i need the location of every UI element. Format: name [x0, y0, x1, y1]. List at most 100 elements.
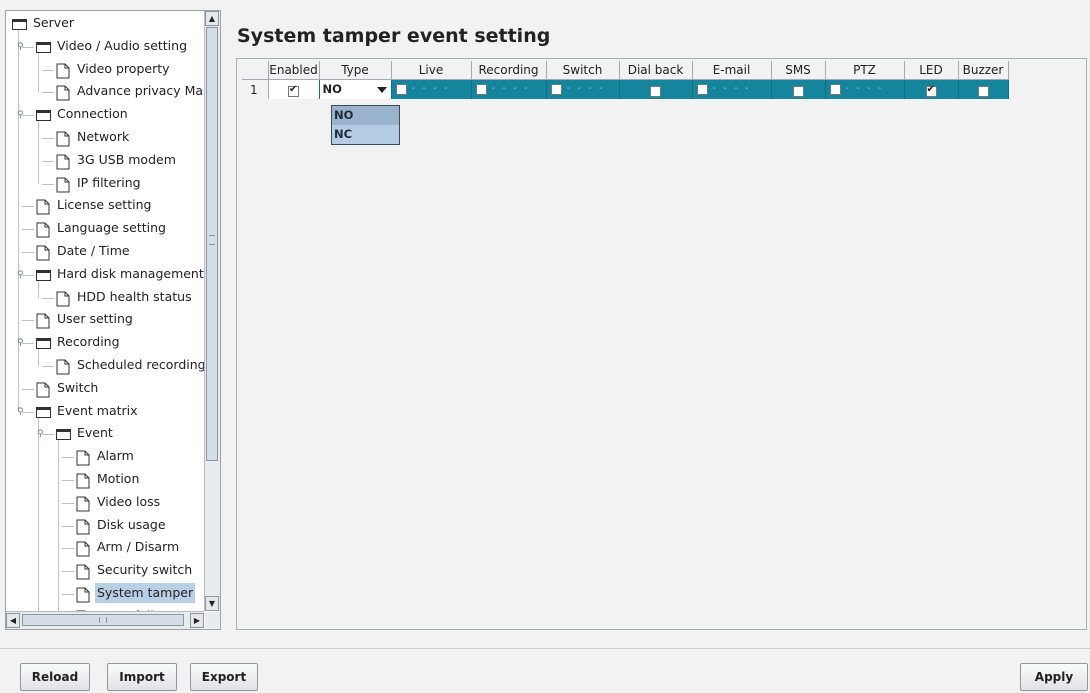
page-icon: [36, 222, 50, 238]
tree-item[interactable]: HDD health status: [6, 287, 204, 309]
tree-item[interactable]: Advance privacy Mask: [6, 81, 204, 103]
sms-checkbox[interactable]: [792, 85, 804, 97]
col-header-dial-back[interactable]: Dial back: [619, 61, 693, 80]
reload-button[interactable]: Reload: [20, 663, 90, 691]
tree-item[interactable]: Server: [6, 13, 204, 35]
tree-item[interactable]: Scheduled recording: [6, 355, 204, 377]
type-option-no[interactable]: NO: [332, 106, 399, 125]
scrollbar-corner: [205, 612, 220, 629]
folder-icon: [36, 338, 51, 350]
tree-item[interactable]: Security switch: [6, 560, 204, 582]
tree-vertical-scrollbar[interactable]: ▲ ▼: [204, 11, 220, 611]
tree-item-label: Video property: [77, 60, 170, 76]
type-option-nc[interactable]: NC: [332, 125, 399, 144]
recording-checkbox[interactable]: [475, 84, 487, 95]
import-button[interactable]: Import: [107, 663, 177, 691]
scroll-right-button[interactable]: ▶: [190, 613, 204, 628]
type-dropdown-list: NO NC: [331, 105, 400, 145]
tree-item[interactable]: Alarm: [6, 446, 204, 468]
ptz-checkbox[interactable]: [829, 84, 841, 95]
expand-toggle-icon[interactable]: ⚲: [17, 111, 25, 120]
tree-item[interactable]: ⚲ Connection: [6, 104, 204, 126]
page-icon: [76, 564, 90, 580]
tree-item-label: Date / Time: [57, 243, 130, 258]
tree-item[interactable]: Language setting: [6, 218, 204, 240]
tree-item[interactable]: Date / Time: [6, 241, 204, 263]
col-header-sms[interactable]: SMS: [771, 61, 826, 80]
page-icon: [36, 245, 50, 261]
col-header-recording[interactable]: Recording: [471, 61, 547, 80]
tree-item[interactable]: ⚲ Hard disk management: [6, 264, 204, 286]
col-header-live[interactable]: Live: [391, 61, 472, 80]
enabled-checkbox[interactable]: [288, 84, 299, 97]
tree-item[interactable]: License setting: [6, 195, 204, 217]
page-icon: [56, 291, 70, 307]
col-header-led[interactable]: LED: [904, 61, 959, 80]
recording-detail: - - - -: [491, 83, 530, 94]
export-button[interactable]: Export: [190, 663, 258, 691]
table-row[interactable]: 1 NO - - - - - - - - - -: [242, 79, 1009, 99]
tree-item-label: Server: [33, 15, 74, 30]
tree-item[interactable]: Video loss: [6, 492, 204, 514]
tree-item[interactable]: Disk usage: [6, 515, 204, 537]
tree-item-label: Network: [77, 129, 130, 144]
col-header-switch[interactable]: Switch: [546, 61, 620, 80]
chevron-down-icon[interactable]: [376, 87, 387, 93]
expand-toggle-icon[interactable]: ⚲: [17, 339, 25, 348]
tree-item[interactable]: Motion: [6, 469, 204, 491]
tree-item[interactable]: Arm / Disarm: [6, 537, 204, 559]
folder-icon: [36, 110, 51, 122]
tree-item-label: Disk usage: [97, 516, 166, 532]
recording-cell: - - - -: [471, 79, 547, 99]
led-checkbox[interactable]: [925, 84, 937, 97]
type-select-value: NO: [322, 82, 342, 96]
page-icon: [36, 382, 50, 398]
email-checkbox[interactable]: [696, 84, 708, 95]
type-select[interactable]: NO: [319, 79, 392, 99]
page-icon: [56, 63, 70, 79]
tree-item-label: Video / Audio setting: [57, 37, 188, 53]
tree-horizontal-scrollbar[interactable]: ◀ ▶: [6, 611, 204, 629]
col-header-type[interactable]: Type: [319, 61, 392, 80]
row-index: 1: [242, 79, 269, 99]
tree-item[interactable]: ⚲ Event matrix: [6, 401, 204, 423]
tree-item[interactable]: IP filtering: [6, 173, 204, 195]
tree-item-label: HDD health status: [77, 288, 192, 304]
expand-toggle-icon[interactable]: ⚲: [17, 42, 25, 51]
live-checkbox[interactable]: [395, 84, 407, 95]
tree-item-label: Hard disk management: [57, 265, 204, 281]
folder-icon: [56, 429, 71, 441]
expand-toggle-icon[interactable]: ⚲: [17, 407, 25, 416]
tree-item[interactable]: ⚲ Video / Audio setting: [6, 36, 204, 58]
live-detail: - - - -: [411, 83, 450, 94]
page-icon: [56, 154, 70, 170]
apply-button[interactable]: Apply: [1020, 663, 1088, 691]
col-header-buzzer[interactable]: Buzzer: [958, 61, 1009, 80]
tree-item[interactable]: ⚲ Event: [6, 423, 204, 445]
page-icon: [56, 131, 70, 147]
col-header-index[interactable]: [242, 61, 269, 80]
tree-item[interactable]: Video property: [6, 59, 204, 81]
tree-item[interactable]: Network: [6, 127, 204, 149]
expand-toggle-icon[interactable]: ⚲: [37, 430, 45, 439]
dial-back-checkbox[interactable]: [650, 85, 661, 97]
scroll-left-button[interactable]: ◀: [6, 613, 20, 628]
tree-vertical-scroll-thumb[interactable]: [206, 27, 218, 461]
tree-item[interactable]: System tamper: [6, 583, 204, 605]
tree-item[interactable]: 3G USB modem: [6, 150, 204, 172]
switch-checkbox[interactable]: [550, 84, 562, 95]
event-table: Enabled Type Live Recording Switch Dial …: [242, 61, 1009, 99]
tree-item[interactable]: ⚲ Recording: [6, 332, 204, 354]
scroll-down-button[interactable]: ▼: [205, 596, 219, 611]
tree-horizontal-scroll-thumb[interactable]: [22, 614, 184, 626]
buzzer-checkbox[interactable]: [977, 85, 989, 97]
scroll-up-button[interactable]: ▲: [205, 11, 219, 26]
page-icon: [76, 519, 90, 535]
tree-item-label: Alarm: [97, 448, 134, 464]
tree-item[interactable]: Switch: [6, 378, 204, 400]
col-header-enabled[interactable]: Enabled: [268, 61, 320, 80]
col-header-email[interactable]: E-mail: [692, 61, 772, 80]
tree-item[interactable]: User setting: [6, 309, 204, 331]
col-header-ptz[interactable]: PTZ: [825, 61, 905, 80]
expand-toggle-icon[interactable]: ⚲: [17, 270, 25, 279]
